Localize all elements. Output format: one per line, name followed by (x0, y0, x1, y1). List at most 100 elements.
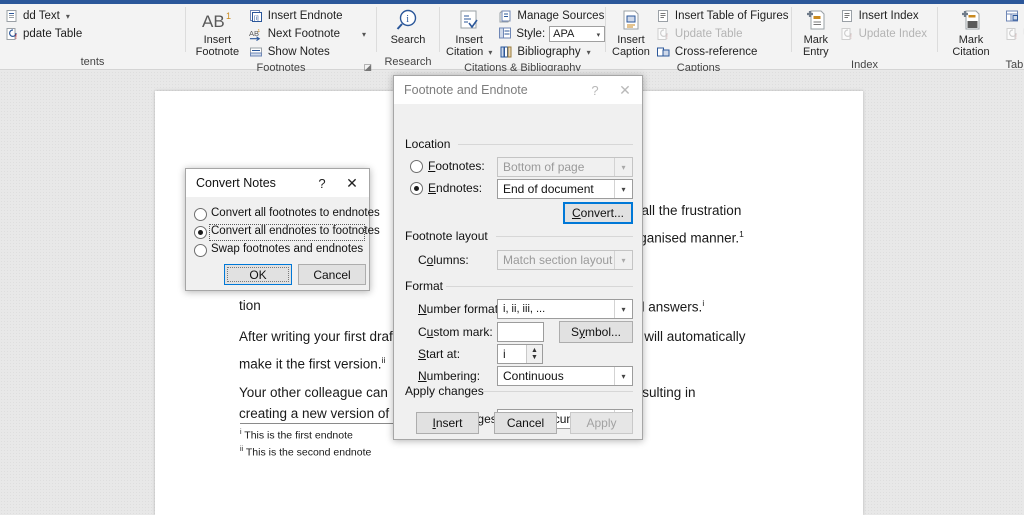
convert-footnotes-to-endnotes-label[interactable]: Convert all footnotes to endnotes (211, 207, 380, 219)
apply-changes-group-label: Apply changes (405, 384, 484, 398)
convert-endnotes-to-footnotes-radio[interactable] (194, 226, 207, 239)
numbering-combobox[interactable]: Continuous ▾ (497, 366, 633, 386)
swap-footnotes-and-endnotes-radio[interactable] (194, 244, 207, 257)
endnotes-label-rest: ndnotes: (436, 181, 483, 195)
start-at-spinner[interactable]: i ▲ ▼ (497, 344, 543, 364)
symbol-button[interactable]: Symbol... (559, 321, 633, 343)
ribbon-group-citations: Insert Citation ▾ Manage Sources Style: … (440, 4, 606, 74)
spinner-down-icon[interactable]: ▼ (531, 354, 538, 361)
swap-footnotes-and-endnotes-label[interactable]: Swap footnotes and endnotes (211, 243, 363, 255)
chevron-down-icon[interactable]: ▾ (614, 367, 632, 385)
manage-sources-button[interactable]: Manage Sources (494, 7, 609, 25)
show-notes-button[interactable]: Show Notes (245, 43, 370, 61)
cancel-button[interactable]: Cancel (494, 412, 557, 434)
help-icon[interactable]: ? (580, 76, 610, 104)
ribbon-group-research: i Search Research (377, 4, 439, 70)
chevron-down-icon: ▾ (614, 158, 632, 176)
doc-text: Your other colleague can (239, 385, 388, 400)
style-value: APA (553, 28, 575, 40)
chevron-down-icon[interactable]: ▾ (587, 48, 591, 57)
insert-caption-button[interactable]: Insert Caption (612, 6, 650, 58)
insert-citation-button[interactable]: Insert Citation ▾ (446, 6, 492, 59)
insert-table-of-figures-label: Insert Table of Figures (674, 10, 789, 22)
columns-combobox: Match section layout ▾ (497, 250, 633, 270)
insert-caption-icon (619, 8, 643, 34)
ribbon-group-label-toc: tents (80, 56, 105, 68)
footnotes-label-rest: ootnotes: (435, 159, 485, 173)
ribbon-group-label-research: Research (384, 56, 432, 68)
update-table-toc-button[interactable]: ! pdate Table (0, 25, 86, 43)
endnotes-radio[interactable] (410, 182, 423, 195)
search-label: Search (390, 34, 426, 46)
mark-entry-button[interactable]: Mark Entry (798, 6, 834, 58)
next-footnote-button[interactable]: AB 1 Next Footnote ▾ (245, 25, 370, 43)
mark-citation-button[interactable]: Mark Citation (944, 6, 998, 58)
close-icon[interactable]: ✕ (337, 169, 367, 197)
footnote-ref[interactable]: 1 (739, 229, 744, 239)
search-button[interactable]: i Search (383, 6, 433, 46)
chevron-down-icon[interactable]: ▾ (614, 300, 632, 318)
insert-endnote-button[interactable]: [i] Insert Endnote (245, 7, 370, 25)
chevron-down-icon[interactable]: ▾ (362, 30, 366, 39)
help-icon[interactable]: ? (307, 169, 337, 197)
insert-footnote-button[interactable]: AB 1 Insert Footnote (192, 6, 243, 58)
insert-table-of-figures-button[interactable]: Insert Table of Figures (652, 7, 793, 25)
convert-cancel-button[interactable]: Cancel (298, 264, 366, 285)
custom-mark-input[interactable] (497, 322, 544, 342)
mark-entry-label-1: Mark (803, 34, 829, 46)
convert-footnotes-to-endnotes-radio[interactable] (194, 208, 207, 221)
svg-text:!: ! (15, 34, 17, 41)
insert-button-label: Insert (432, 416, 463, 430)
cross-reference-button[interactable]: Cross-reference (652, 43, 793, 61)
number-format-value: i, ii, iii, ... (503, 303, 546, 315)
manage-sources-label: Manage Sources (517, 10, 605, 22)
update-table-icon: ! (1004, 27, 1019, 42)
endnotes-location-combobox[interactable]: End of document ▾ (497, 179, 633, 199)
custom-mark-label-rest: stom mark: (433, 325, 493, 339)
columns-label: Columns: (418, 253, 469, 267)
manage-sources-icon (498, 9, 513, 24)
style-row: Style: APA ▾ (494, 25, 609, 43)
update-table-captions-button: ! Update Table (652, 25, 793, 43)
footnotes-radio[interactable] (410, 160, 423, 173)
chevron-down-icon: ▾ (65, 11, 70, 21)
custom-mark-label: Custom mark: (418, 325, 493, 339)
number-format-combobox[interactable]: i, ii, iii, ... ▾ (497, 299, 633, 319)
apply-button: Apply (570, 412, 633, 434)
add-text-icon (4, 9, 19, 24)
mark-citation-label-1: Mark (958, 34, 984, 46)
ok-focus-ring (227, 267, 289, 282)
add-text-button[interactable]: dd Text ▾ (0, 7, 86, 25)
insert-footnote-icon: AB 1 (200, 8, 234, 34)
insert-button[interactable]: Insert (416, 412, 479, 434)
format-group-label: Format (405, 279, 444, 293)
close-icon[interactable]: ✕ (610, 76, 640, 104)
footnote-dialog-titlebar[interactable]: Footnote and Endnote ? ✕ (394, 76, 642, 104)
insert-footnote-label-1: Insert (203, 34, 232, 46)
bibliography-label: Bibliography (517, 46, 581, 58)
add-text-label: dd Text (23, 10, 60, 22)
insert-table-of-authorities-button[interactable]: Insert Table of Authorities (1000, 7, 1024, 25)
update-table-captions-label: Update Table (674, 28, 743, 40)
footnote-and-endnote-dialog[interactable]: Footnote and Endnote ? ✕ Location Footno… (393, 75, 643, 440)
convert-button[interactable]: Convert... (563, 202, 633, 224)
endnote-ref[interactable]: ii (382, 355, 386, 365)
insert-index-button[interactable]: Insert Index (836, 7, 931, 25)
convert-endnotes-to-footnotes-label[interactable]: Convert all endnotes to footnotes (211, 225, 380, 237)
ribbon-groups: dd Text ▾ ! pdate Table tents AB 1 Inser… (0, 4, 1024, 74)
footnotes-radio-label: Footnotes: (428, 159, 485, 173)
spinner-up-icon[interactable]: ▲ (531, 347, 538, 354)
chevron-down-icon[interactable]: ▾ (614, 180, 632, 198)
ok-button[interactable]: OK (224, 264, 292, 285)
style-label: Style: (516, 28, 546, 40)
insert-table-of-authorities-icon (1004, 9, 1019, 24)
chevron-down-icon: ▾ (614, 251, 632, 269)
convert-dialog-titlebar[interactable]: Convert Notes ? ✕ (186, 169, 369, 197)
convert-dialog-body: Convert all footnotes to endnotes Conver… (186, 197, 380, 291)
spinner-buttons[interactable]: ▲ ▼ (526, 345, 542, 363)
endnote-ref[interactable]: i (702, 298, 704, 308)
style-combobox[interactable]: APA ▾ (549, 26, 606, 42)
convert-notes-dialog[interactable]: Convert Notes ? ✕ Convert all footnotes … (185, 168, 380, 291)
mark-entry-label-2: Entry (802, 46, 829, 58)
bibliography-button[interactable]: Bibliography ▾ (494, 43, 609, 61)
